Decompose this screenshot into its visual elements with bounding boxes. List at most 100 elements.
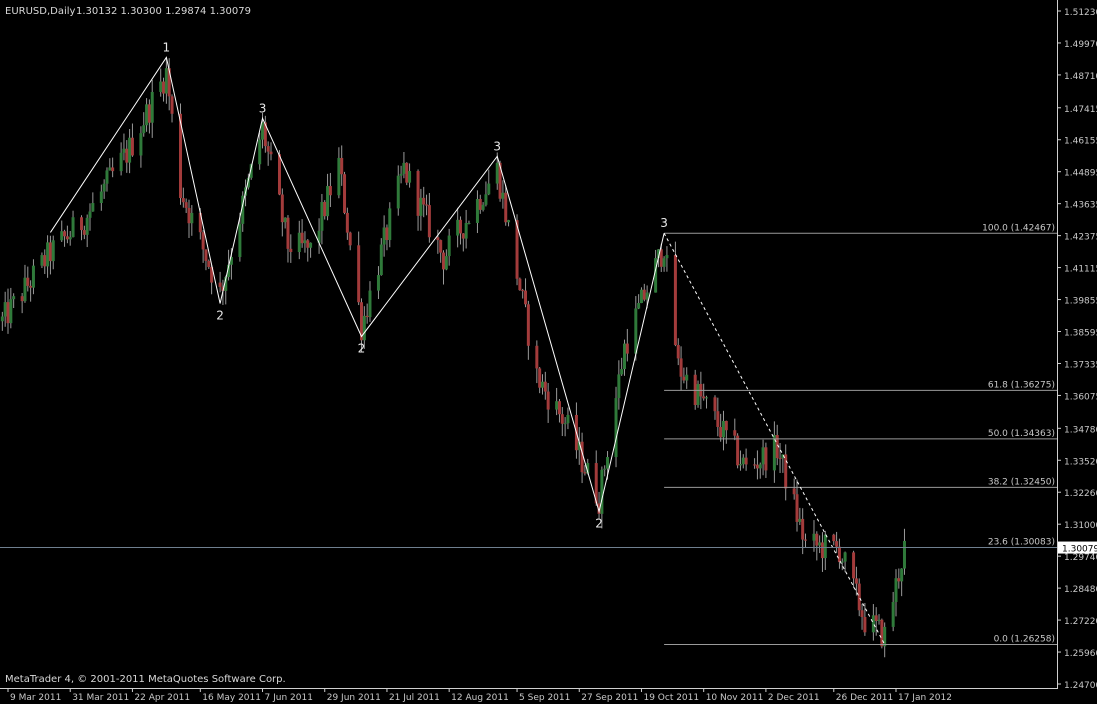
- candle-body: [673, 254, 677, 346]
- y-tick-label: 1.38595: [1064, 329, 1097, 339]
- candle-body: [487, 183, 491, 195]
- y-tick-label: 1.42375: [1064, 233, 1097, 243]
- candle-body: [894, 578, 898, 602]
- candle-body: [458, 219, 462, 234]
- candle-body: [345, 212, 349, 233]
- candle-body: [860, 610, 864, 618]
- candle-body: [164, 68, 168, 94]
- candle-body: [46, 242, 50, 267]
- candle-body: [442, 252, 446, 270]
- x-tick-label: 19 Oct 2011: [643, 693, 699, 703]
- candle-body: [481, 204, 485, 210]
- fibo-level-label: 0.0 (1.26258): [994, 634, 1055, 644]
- wave-label: 3: [259, 101, 267, 115]
- candle-body: [238, 223, 242, 257]
- y-tick-label: 1.41115: [1064, 265, 1097, 275]
- candle-body: [436, 237, 440, 241]
- candle-body: [716, 411, 720, 427]
- candle-body: [422, 197, 426, 205]
- candle-body: [637, 303, 641, 309]
- candle-body: [676, 345, 680, 359]
- candle-body: [108, 167, 112, 171]
- candle-body: [540, 381, 544, 388]
- y-tick-label: 1.46155: [1064, 137, 1097, 147]
- x-tick-label: 9 Mar 2011: [10, 693, 61, 703]
- candle-body: [130, 137, 134, 156]
- candle-body: [504, 192, 508, 223]
- candle-body: [99, 191, 103, 204]
- candle-body: [286, 217, 290, 249]
- y-tick-label: 1.31000: [1064, 521, 1097, 531]
- candle-body: [385, 227, 389, 241]
- candle-body: [557, 401, 561, 415]
- wave-label: 3: [660, 216, 668, 230]
- candle-body: [12, 296, 16, 300]
- fibo-level-label: 61.8 (1.36275): [988, 380, 1055, 390]
- candle-body: [682, 376, 686, 381]
- candle-body: [6, 302, 10, 324]
- candle-body: [795, 494, 799, 522]
- x-tick-label: 16 May 2011: [202, 693, 261, 703]
- candle-body: [26, 277, 30, 286]
- candle-body: [832, 534, 836, 542]
- x-tick-label: 31 Mar 2011: [72, 693, 129, 703]
- x-tick-label: 7 Jun 2011: [265, 693, 313, 703]
- candle-body: [543, 381, 547, 392]
- candle-body: [277, 154, 281, 195]
- candle-body: [721, 420, 725, 438]
- candle-body: [741, 457, 745, 465]
- candle-body: [738, 464, 742, 466]
- y-tick-label: 1.37335: [1064, 360, 1097, 370]
- candle-body: [348, 232, 352, 246]
- candle-body: [91, 203, 95, 212]
- candle-body: [269, 151, 273, 155]
- candle-body: [778, 458, 782, 460]
- candle-body: [162, 81, 166, 94]
- candle-body: [744, 457, 748, 465]
- candle-body: [376, 275, 380, 291]
- candle-body: [48, 242, 52, 262]
- candle-body: [755, 464, 759, 469]
- candle-body: [535, 345, 539, 369]
- candle-body: [835, 541, 839, 547]
- candle-body: [818, 542, 822, 546]
- fibo-level-label: 38.2 (1.32450): [988, 477, 1055, 487]
- y-tick-label: 1.25960: [1064, 649, 1097, 659]
- candle-body: [891, 601, 895, 627]
- candle-body: [639, 289, 643, 304]
- candle-body: [634, 308, 638, 354]
- y-tick-label: 1.47415: [1064, 105, 1097, 115]
- x-tick-label: 22 Apr 2011: [134, 693, 190, 703]
- candle-body: [207, 260, 211, 267]
- candle-body: [280, 194, 284, 223]
- candle-body: [623, 343, 627, 370]
- candle-body: [102, 183, 106, 192]
- candle-body: [204, 249, 208, 261]
- candle-body: [190, 212, 194, 224]
- candle-body: [444, 256, 448, 270]
- candle-body: [145, 104, 149, 126]
- y-tick-label: 1.24700: [1064, 681, 1097, 691]
- candle-body: [365, 315, 369, 318]
- fibo-level-label: 100.0 (1.42467): [982, 223, 1055, 233]
- x-tick-label: 29 Jun 2011: [327, 693, 381, 703]
- candle-body: [368, 290, 372, 318]
- candle-body: [852, 552, 856, 579]
- candle-body: [320, 201, 324, 231]
- price-chart[interactable]: 100.0 (1.42467) 61.8 (1.36275) 50.0 (1.343…: [0, 0, 1097, 704]
- candle-body: [820, 542, 824, 559]
- candle-body: [425, 204, 429, 206]
- candle-body: [871, 615, 875, 633]
- chart-background: [0, 0, 1097, 704]
- candle-body: [419, 197, 423, 216]
- candle-body: [71, 217, 75, 238]
- candle-body: [484, 194, 488, 205]
- y-tick-label: 1.36075: [1064, 392, 1097, 402]
- wave-label: 1: [163, 40, 171, 54]
- x-tick-label: 5 Sep 2011: [519, 693, 570, 703]
- candle-body: [328, 186, 332, 196]
- candle-body: [159, 81, 163, 92]
- candle-body: [461, 233, 465, 239]
- candle-body: [388, 208, 392, 241]
- candle-body: [283, 217, 287, 223]
